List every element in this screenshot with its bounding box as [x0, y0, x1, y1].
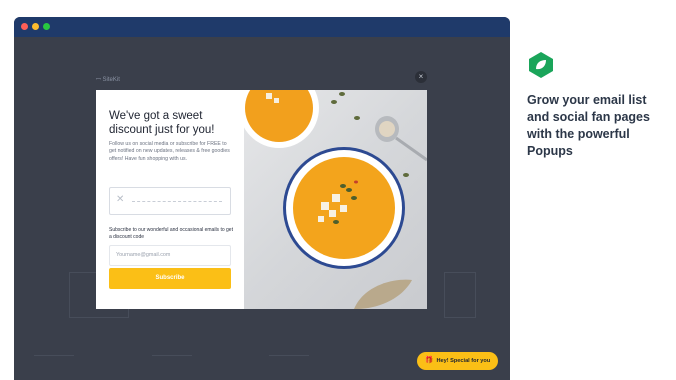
soup-image	[244, 90, 427, 309]
popup-body-text: Follow us on social media or subscribe f…	[109, 141, 230, 162]
cheese-cube	[332, 194, 340, 202]
subscribe-button[interactable]: Subscribe	[109, 268, 231, 289]
window-titlebar	[14, 17, 510, 37]
soup-illustration	[244, 90, 427, 309]
special-offer-label: Hey! Special for you	[436, 358, 491, 364]
pumpkin-seed	[333, 220, 339, 224]
special-offer-button[interactable]: 🎁 Hey! Special for you	[417, 352, 498, 370]
top-bowl-cheese	[274, 98, 279, 103]
minimize-window-dot[interactable]	[32, 23, 39, 30]
popup-close-icon[interactable]: ×	[415, 71, 427, 83]
browser-window: ꟷ SiteKit × We've got a sweet discount j…	[14, 17, 510, 380]
pumpkin-seed	[339, 92, 345, 96]
site-logo: ꟷ SiteKit	[96, 77, 120, 83]
close-window-dot[interactable]	[21, 23, 28, 30]
background-line	[34, 355, 74, 357]
brand-logo-icon	[529, 52, 553, 78]
popup-content: We've got a sweet discount just for you!…	[96, 90, 244, 309]
spoon-content	[379, 121, 395, 137]
cheese-cube	[318, 216, 324, 222]
gift-icon: 🎁	[424, 357, 434, 364]
email-field[interactable]: Yourname@gmail.com	[109, 245, 231, 266]
cheese-cube	[340, 205, 347, 212]
pumpkin-seed	[403, 173, 409, 177]
cheese-cube	[321, 202, 329, 210]
pumpkin-seed	[354, 116, 360, 120]
background-line	[269, 355, 309, 357]
pumpkin-seed	[340, 184, 346, 188]
background-card	[444, 272, 476, 318]
discount-popup: We've got a sweet discount just for you!…	[96, 90, 427, 309]
background-line	[152, 355, 192, 357]
leaf-garnish	[354, 279, 412, 309]
pumpkin-seed	[346, 188, 352, 192]
spoon-handle	[395, 136, 427, 162]
coupon-code-box: ✕	[109, 187, 231, 215]
coupon-placeholder-icon: ✕	[116, 194, 125, 205]
cheese-cube	[329, 210, 336, 217]
maximize-window-dot[interactable]	[43, 23, 50, 30]
top-bowl-cheese	[266, 93, 272, 99]
pumpkin-seed	[331, 100, 337, 104]
promo-text: Grow your email list and social fan page…	[527, 93, 650, 158]
chili-flake	[354, 180, 358, 184]
popup-headline: We've got a sweet discount just for you!	[109, 110, 215, 136]
pumpkin-seed	[351, 196, 357, 200]
subscribe-prompt: Subscribe to our wonderful and occasiona…	[109, 227, 233, 240]
coupon-dashed-line	[132, 201, 222, 202]
